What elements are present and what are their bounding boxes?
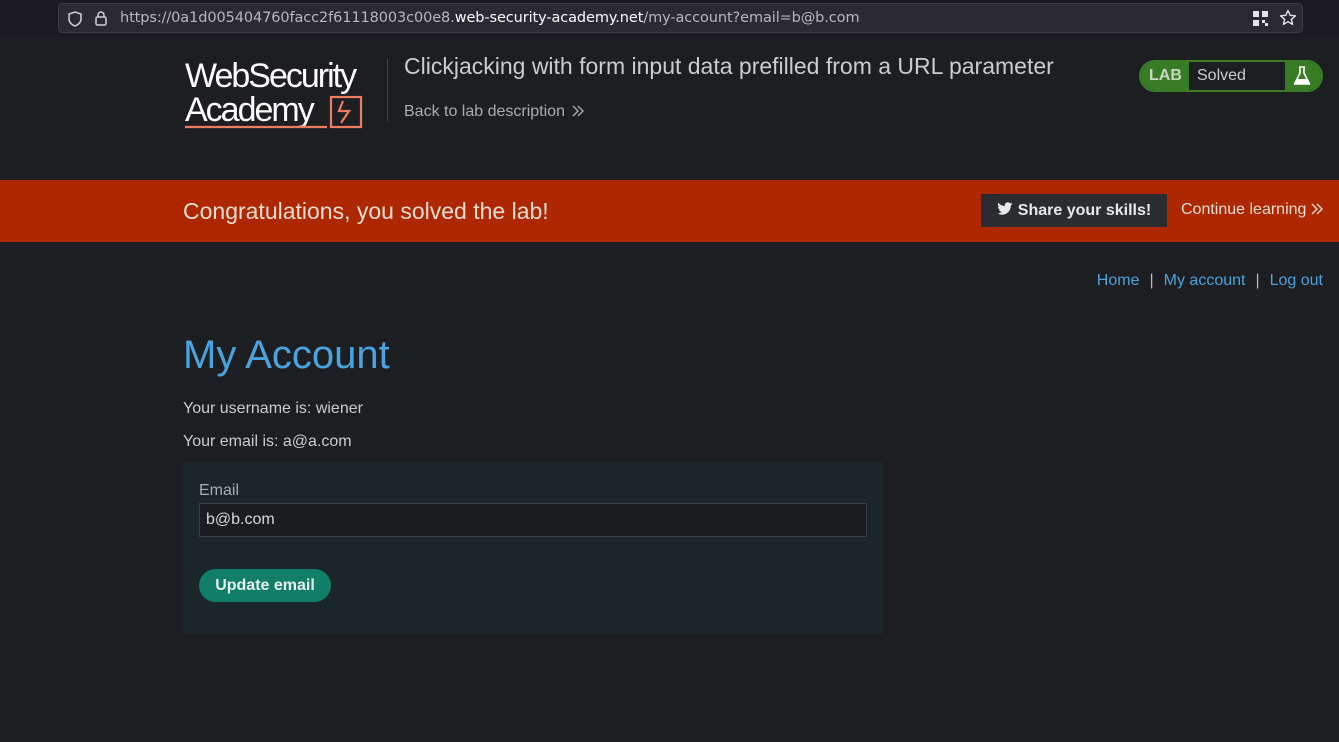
top-navigation: Home | My account | Log out: [1097, 272, 1323, 290]
url-text[interactable]: https://0a1d005404760facc2f61118003c00e8…: [120, 10, 860, 26]
congratulations-message: Congratulations, you solved the lab!: [183, 198, 549, 224]
tracking-shield-icon[interactable]: [68, 11, 82, 27]
lock-icon[interactable]: [95, 11, 107, 26]
back-to-lab-description-link[interactable]: Back to lab description: [404, 103, 585, 121]
header-divider: [387, 59, 388, 121]
share-skills-button[interactable]: Share your skills!: [981, 194, 1167, 227]
share-button-label: Share your skills!: [1017, 201, 1152, 219]
nav-separator: |: [1149, 272, 1154, 289]
lab-status-text: Solved: [1197, 67, 1246, 84]
lab-header: WebSecurity Academy Clickjacking with fo…: [0, 37, 1339, 180]
qr-code-icon[interactable]: [1253, 11, 1268, 26]
web-security-academy-logo[interactable]: WebSecurity Academy: [185, 55, 385, 135]
lab-tag: LAB: [1141, 62, 1189, 90]
username-text: Your username is: wiener: [183, 400, 363, 417]
continue-learning-label: Continue learning: [1181, 201, 1307, 218]
lab-status-widget: LAB Solved: [1139, 60, 1323, 92]
browser-toolbar: https://0a1d005404760facc2f61118003c00e8…: [0, 0, 1339, 37]
back-link-label: Back to lab description: [404, 103, 565, 120]
svg-text:Academy: Academy: [185, 91, 315, 129]
twitter-icon: [997, 201, 1013, 215]
continue-learning-link[interactable]: Continue learning: [1181, 201, 1324, 219]
lab-title: Clickjacking with form input data prefil…: [404, 53, 1054, 79]
solved-banner: Congratulations, you solved the lab! Sha…: [0, 180, 1339, 242]
double-chevron-right-icon: [572, 105, 584, 117]
url-prefix: https://0a1d005404760facc2f61118003c00e8…: [120, 10, 455, 26]
address-bar[interactable]: https://0a1d005404760facc2f61118003c00e8…: [58, 3, 1303, 33]
flask-icon: [1293, 66, 1311, 85]
nav-my-account-link[interactable]: My account: [1164, 272, 1246, 289]
change-email-form: Email Update email: [183, 462, 883, 634]
bookmark-star-icon[interactable]: [1279, 9, 1297, 27]
email-field-label: Email: [199, 482, 240, 499]
nav-separator: |: [1255, 272, 1260, 289]
nav-log-out-link[interactable]: Log out: [1270, 272, 1323, 289]
flask-badge: [1285, 62, 1321, 90]
email-field[interactable]: [199, 503, 867, 537]
double-chevron-right-icon: [1311, 203, 1324, 215]
page-title: My Account: [183, 333, 390, 377]
update-email-button[interactable]: Update email: [199, 569, 331, 602]
url-path: /my-account?email=b@b.com: [643, 10, 860, 26]
current-email-text: Your email is: a@a.com: [183, 433, 352, 450]
svg-text:WebSecurity: WebSecurity: [185, 57, 357, 95]
url-host: web-security-academy.net: [454, 10, 644, 26]
nav-home-link[interactable]: Home: [1097, 272, 1140, 289]
